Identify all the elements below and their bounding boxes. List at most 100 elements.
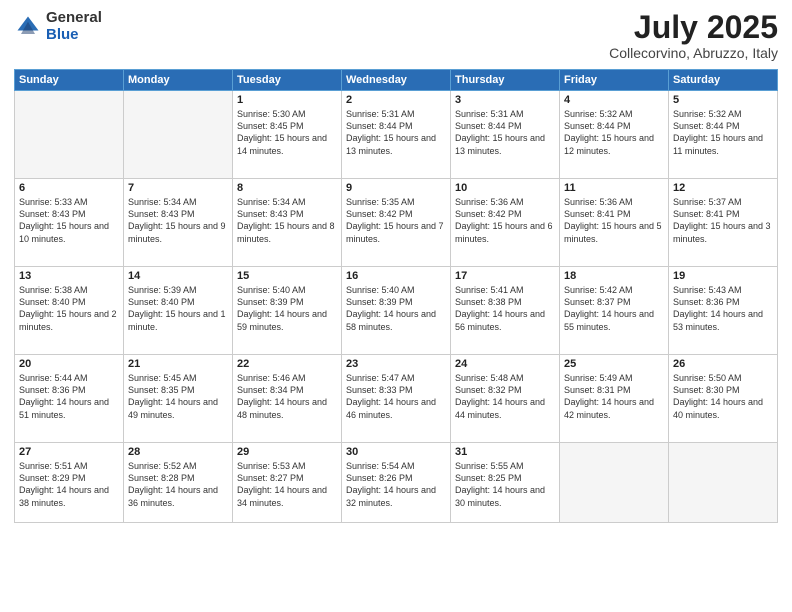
day-info: Sunrise: 5:54 AMSunset: 8:26 PMDaylight:… (346, 460, 446, 509)
calendar-cell: 29 Sunrise: 5:53 AMSunset: 8:27 PMDayligh… (233, 443, 342, 523)
calendar-cell: 13Sunrise: 5:38 AMSunset: 8:40 PMDayligh… (15, 267, 124, 355)
day-info: Sunrise: 5:34 AMSunset: 8:43 PMDaylight:… (237, 196, 337, 245)
day-info: Sunrise: 5:43 AMSunset: 8:36 PMDaylight:… (673, 284, 773, 333)
calendar-week-row: 1 Sunrise: 5:30 AMSunset: 8:45 PMDaylight… (15, 91, 778, 179)
calendar-cell: 12Sunrise: 5:37 AMSunset: 8:41 PMDayligh… (669, 179, 778, 267)
calendar-cell: 10 Sunrise: 5:36 AMSunset: 8:42 PMDayligh… (451, 179, 560, 267)
day-number: 31 (455, 446, 555, 458)
day-number: 19 (673, 270, 773, 282)
day-info: Sunrise: 5:32 AMSunset: 8:44 PMDaylight:… (564, 108, 664, 157)
calendar-cell: 26 Sunrise: 5:50 AMSunset: 8:30 PMDayligh… (669, 355, 778, 443)
calendar-cell: 28 Sunrise: 5:52 AMSunset: 8:28 PMDayligh… (124, 443, 233, 523)
calendar-cell: 9 Sunrise: 5:35 AMSunset: 8:42 PMDaylight… (342, 179, 451, 267)
day-info: Sunrise: 5:48 AMSunset: 8:32 PMDaylight:… (455, 372, 555, 421)
day-number: 24 (455, 358, 555, 370)
logo-blue: Blue (46, 27, 102, 44)
day-info: Sunrise: 5:31 AMSunset: 8:44 PMDaylight:… (455, 108, 555, 157)
day-number: 9 (346, 182, 446, 194)
day-info: Sunrise: 5:52 AMSunset: 8:28 PMDaylight:… (128, 460, 228, 509)
weekday-header-row: SundayMondayTuesdayWednesdayThursdayFrid… (15, 70, 778, 91)
day-number: 4 (564, 94, 664, 106)
weekday-header: Wednesday (342, 70, 451, 91)
day-number: 21 (128, 358, 228, 370)
calendar-cell: 30 Sunrise: 5:54 AMSunset: 8:26 PMDayligh… (342, 443, 451, 523)
day-info: Sunrise: 5:30 AMSunset: 8:45 PMDaylight:… (237, 108, 337, 157)
day-info: Sunrise: 5:49 AMSunset: 8:31 PMDaylight:… (564, 372, 664, 421)
logo: General Blue (14, 10, 102, 43)
calendar-week-row: 27Sunrise: 5:51 AMSunset: 8:29 PMDayligh… (15, 443, 778, 523)
day-info: Sunrise: 5:34 AMSunset: 8:43 PMDaylight:… (128, 196, 228, 245)
calendar-cell: 17 Sunrise: 5:41 AMSunset: 8:38 PMDayligh… (451, 267, 560, 355)
weekday-header: Tuesday (233, 70, 342, 91)
calendar-cell: 1 Sunrise: 5:30 AMSunset: 8:45 PMDaylight… (233, 91, 342, 179)
calendar-cell: 22Sunrise: 5:46 AMSunset: 8:34 PMDayligh… (233, 355, 342, 443)
header: General Blue July 2025 Collecorvino, Abr… (14, 10, 778, 61)
calendar-cell (669, 443, 778, 523)
calendar-cell: 20Sunrise: 5:44 AMSunset: 8:36 PMDayligh… (15, 355, 124, 443)
day-number: 10 (455, 182, 555, 194)
logo-general: General (46, 10, 102, 27)
day-info: Sunrise: 5:50 AMSunset: 8:30 PMDaylight:… (673, 372, 773, 421)
day-info: Sunrise: 5:42 AMSunset: 8:37 PMDaylight:… (564, 284, 664, 333)
calendar-week-row: 6Sunrise: 5:33 AMSunset: 8:43 PMDaylight… (15, 179, 778, 267)
day-number: 2 (346, 94, 446, 106)
weekday-header: Friday (560, 70, 669, 91)
day-number: 11 (564, 182, 664, 194)
day-info: Sunrise: 5:31 AMSunset: 8:44 PMDaylight:… (346, 108, 446, 157)
calendar-cell: 6Sunrise: 5:33 AMSunset: 8:43 PMDaylight… (15, 179, 124, 267)
day-number: 29 (237, 446, 337, 458)
calendar-cell: 4 Sunrise: 5:32 AMSunset: 8:44 PMDaylight… (560, 91, 669, 179)
day-number: 5 (673, 94, 773, 106)
day-number: 26 (673, 358, 773, 370)
calendar-cell: 23 Sunrise: 5:47 AMSunset: 8:33 PMDayligh… (342, 355, 451, 443)
calendar-cell (15, 91, 124, 179)
day-number: 28 (128, 446, 228, 458)
day-info: Sunrise: 5:44 AMSunset: 8:36 PMDaylight:… (19, 372, 119, 421)
calendar-week-row: 20Sunrise: 5:44 AMSunset: 8:36 PMDayligh… (15, 355, 778, 443)
day-info: Sunrise: 5:41 AMSunset: 8:38 PMDaylight:… (455, 284, 555, 333)
weekday-header: Sunday (15, 70, 124, 91)
weekday-header: Monday (124, 70, 233, 91)
calendar-cell: 3 Sunrise: 5:31 AMSunset: 8:44 PMDaylight… (451, 91, 560, 179)
day-info: Sunrise: 5:55 AMSunset: 8:25 PMDaylight:… (455, 460, 555, 509)
calendar-cell: 15Sunrise: 5:40 AMSunset: 8:39 PMDayligh… (233, 267, 342, 355)
logo-text: General Blue (46, 10, 102, 43)
day-number: 27 (19, 446, 119, 458)
day-number: 3 (455, 94, 555, 106)
calendar-cell: 21 Sunrise: 5:45 AMSunset: 8:35 PMDayligh… (124, 355, 233, 443)
day-number: 8 (237, 182, 337, 194)
calendar-cell: 16 Sunrise: 5:40 AMSunset: 8:39 PMDayligh… (342, 267, 451, 355)
calendar: SundayMondayTuesdayWednesdayThursdayFrid… (14, 69, 778, 523)
day-number: 1 (237, 94, 337, 106)
calendar-cell: 25Sunrise: 5:49 AMSunset: 8:31 PMDayligh… (560, 355, 669, 443)
day-info: Sunrise: 5:35 AMSunset: 8:42 PMDaylight:… (346, 196, 446, 245)
calendar-cell: 27Sunrise: 5:51 AMSunset: 8:29 PMDayligh… (15, 443, 124, 523)
day-info: Sunrise: 5:53 AMSunset: 8:27 PMDaylight:… (237, 460, 337, 509)
location-title: Collecorvino, Abruzzo, Italy (609, 45, 778, 61)
day-info: Sunrise: 5:38 AMSunset: 8:40 PMDaylight:… (19, 284, 119, 333)
day-info: Sunrise: 5:47 AMSunset: 8:33 PMDaylight:… (346, 372, 446, 421)
calendar-cell: 2 Sunrise: 5:31 AMSunset: 8:44 PMDaylight… (342, 91, 451, 179)
weekday-header: Thursday (451, 70, 560, 91)
day-info: Sunrise: 5:46 AMSunset: 8:34 PMDaylight:… (237, 372, 337, 421)
day-info: Sunrise: 5:32 AMSunset: 8:44 PMDaylight:… (673, 108, 773, 157)
day-number: 23 (346, 358, 446, 370)
day-number: 17 (455, 270, 555, 282)
day-number: 30 (346, 446, 446, 458)
calendar-cell (560, 443, 669, 523)
calendar-week-row: 13Sunrise: 5:38 AMSunset: 8:40 PMDayligh… (15, 267, 778, 355)
day-info: Sunrise: 5:39 AMSunset: 8:40 PMDaylight:… (128, 284, 228, 333)
weekday-header: Saturday (669, 70, 778, 91)
day-info: Sunrise: 5:37 AMSunset: 8:41 PMDaylight:… (673, 196, 773, 245)
day-number: 16 (346, 270, 446, 282)
day-info: Sunrise: 5:45 AMSunset: 8:35 PMDaylight:… (128, 372, 228, 421)
calendar-cell: 7 Sunrise: 5:34 AMSunset: 8:43 PMDaylight… (124, 179, 233, 267)
month-title: July 2025 (609, 10, 778, 45)
day-number: 7 (128, 182, 228, 194)
logo-icon (14, 13, 42, 41)
day-info: Sunrise: 5:40 AMSunset: 8:39 PMDaylight:… (346, 284, 446, 333)
day-info: Sunrise: 5:36 AMSunset: 8:41 PMDaylight:… (564, 196, 664, 245)
day-info: Sunrise: 5:36 AMSunset: 8:42 PMDaylight:… (455, 196, 555, 245)
day-info: Sunrise: 5:33 AMSunset: 8:43 PMDaylight:… (19, 196, 119, 245)
calendar-cell: 8 Sunrise: 5:34 AMSunset: 8:43 PMDaylight… (233, 179, 342, 267)
